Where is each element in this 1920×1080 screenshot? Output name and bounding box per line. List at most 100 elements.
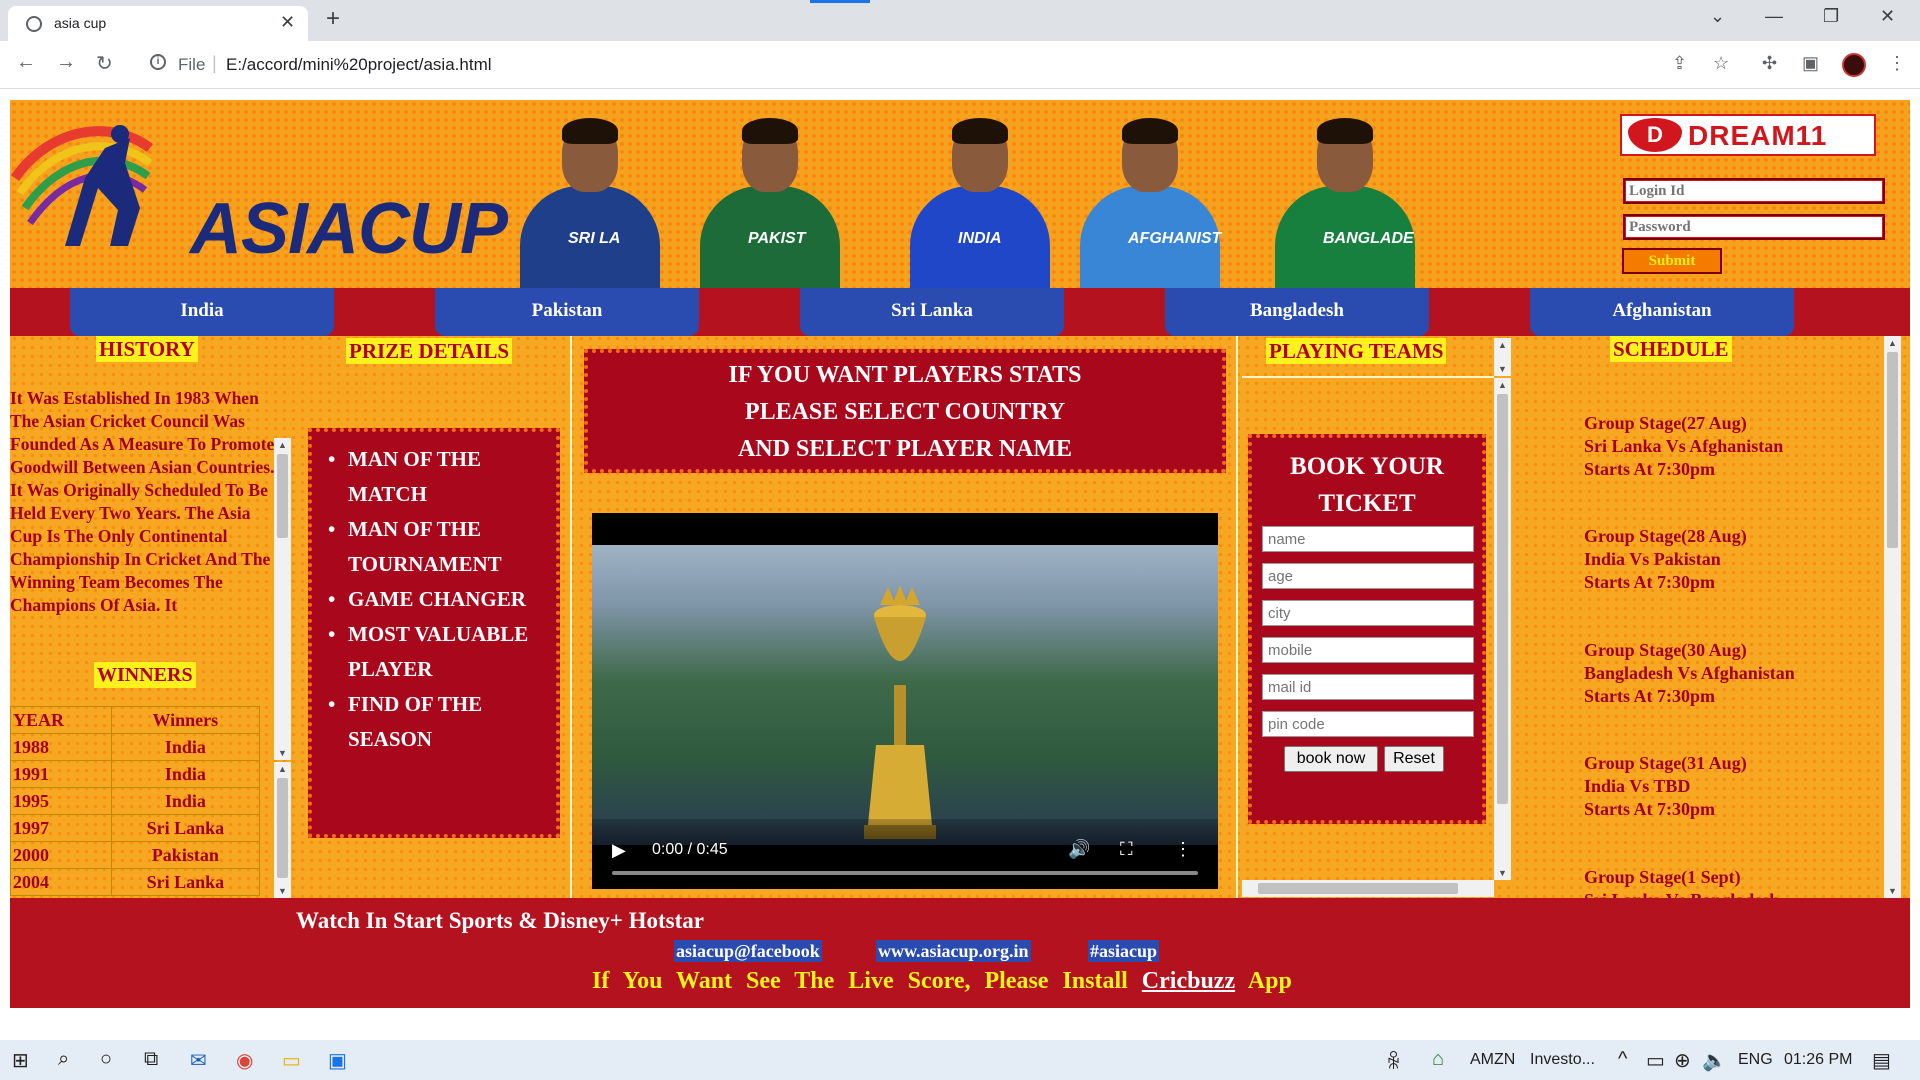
facebook-link[interactable]: asiacup@facebook [674,940,822,962]
age-input[interactable] [1262,563,1474,589]
network-globe-icon[interactable]: ⊕ [1674,1048,1691,1073]
extensions-puzzle-icon[interactable]: ✣ [1762,53,1777,74]
website-link[interactable]: www.asiacup.org.in [876,940,1031,962]
maximize-icon[interactable]: ❐ [1823,6,1839,27]
windows-start-icon[interactable]: ⊞ [12,1048,29,1073]
book-now-button[interactable]: book now [1284,746,1378,772]
scroll-up-arrow-icon[interactable]: ▲ [1494,338,1511,352]
header-banner: ASIACUP SRI LA PAKIST INDIA AFGHANIST BA… [10,100,1910,288]
back-arrow-icon[interactable]: ← [16,51,36,74]
nav-sri-lanka[interactable]: Sri Lanka [800,288,1064,336]
password-input[interactable] [1623,214,1885,240]
scroll-down-arrow-icon[interactable]: ▼ [1494,866,1511,880]
globe-icon [26,16,42,32]
task-view-icon[interactable]: ⧉ [144,1048,158,1071]
mobile-input[interactable] [1262,637,1474,663]
scroll-down-arrow-icon[interactable]: ▼ [274,884,291,898]
scroll-down-arrow-icon[interactable]: ▼ [274,746,291,760]
asia-cup-page: ASIACUP SRI LA PAKIST INDIA AFGHANIST BA… [10,100,1910,1008]
site-info-icon[interactable]: i [150,54,166,70]
broadcast-info: Watch In Start Sports & Disney+ Hotstar [296,908,704,933]
notifications-icon[interactable]: ▤ [1872,1048,1891,1073]
close-icon[interactable]: ✕ [280,12,295,33]
scroll-up-arrow-icon[interactable]: ▲ [274,762,291,776]
side-panel-icon[interactable]: ▣ [1802,53,1819,74]
scroll-thumb[interactable] [1497,394,1508,804]
nav-afghanistan[interactable]: Afghanistan [1530,288,1794,336]
language-indicator[interactable]: ENG [1738,1051,1773,1069]
profile-avatar[interactable] [1842,53,1866,77]
minimize-icon[interactable]: — [1765,6,1783,27]
scroll-up-arrow-icon[interactable]: ▲ [274,438,291,452]
teams-scrollbar[interactable]: ▲ ▼ [1494,378,1511,880]
nav-pakistan[interactable]: Pakistan [435,288,699,336]
hashtag-link[interactable]: #asiacup [1088,940,1160,962]
chevron-up-icon[interactable]: ^ [1618,1048,1627,1071]
stock-label[interactable]: Investo... [1530,1051,1595,1069]
winner-cell: Sri Lanka [110,814,261,842]
scroll-thumb[interactable] [277,778,288,878]
schedule-scrollbar[interactable]: ▲ ▼ [1884,336,1901,898]
volume-icon[interactable]: 🔊 [1068,839,1090,860]
login-submit-button[interactable]: Submit [1622,248,1722,274]
reload-icon[interactable]: ↻ [96,51,113,76]
address-bar[interactable]: E:/accord/mini%20project/asia.html [226,55,492,75]
tab-search-chevron-icon[interactable]: ⌄ [1710,6,1725,27]
scroll-up-arrow-icon[interactable]: ▲ [1494,378,1511,392]
winners-scrollbar[interactable]: ▲ ▼ [274,762,291,898]
jersey-label: BANGLADE [1323,230,1414,247]
new-tab-plus-icon[interactable]: + [326,5,340,33]
list-item: FIND OF THE SEASON [318,687,558,757]
browser-tab[interactable]: asia cup ✕ [8,6,308,41]
nav-bangladesh[interactable]: Bangladesh [1165,288,1429,336]
bookmark-star-icon[interactable]: ☆ [1713,53,1729,74]
battery-icon[interactable]: ▭ [1646,1048,1665,1073]
volume-icon[interactable]: 🔈 [1702,1048,1727,1073]
schedule-match: Sri Lanka Vs Bangladesh [1584,889,1864,898]
dream11-mark-icon: D [1628,118,1682,152]
schedule-stage: Group Stage(28 Aug) [1584,526,1747,546]
people-icon[interactable]: ꆜ [1386,1048,1402,1075]
share-icon[interactable]: ⇪ [1672,53,1687,74]
stock-ticker[interactable]: AMZN [1470,1051,1515,1069]
window-close-icon[interactable]: ✕ [1880,6,1895,27]
cricbuzz-link[interactable]: Cricbuzz [1142,968,1235,994]
mail-id-input[interactable] [1262,674,1474,700]
teams-title-scrollbar[interactable]: ▲ ▼ [1494,338,1511,376]
menu-kebab-icon[interactable]: ⋮ [1888,53,1906,74]
scroll-up-arrow-icon[interactable]: ▲ [1884,336,1901,350]
teams-divider [1242,376,1494,378]
app-icon[interactable]: ▣ [328,1048,347,1073]
fullscreen-icon[interactable]: ⛶ [1120,839,1133,860]
book-title-line-2: TICKET [1318,490,1416,517]
video-progress-bar[interactable] [612,871,1198,875]
pin-code-input[interactable] [1262,711,1474,737]
play-icon[interactable]: ▶ [612,840,626,861]
login-id-input[interactable] [1623,178,1885,204]
search-icon[interactable]: ⌕ [58,1048,69,1071]
scroll-thumb[interactable] [1258,883,1458,894]
video-player[interactable]: ▶ 0:00 / 0:45 🔊 ⛶ ⋮ [592,513,1218,889]
name-input[interactable] [1262,526,1474,552]
cortana-icon[interactable]: ○ [100,1048,112,1071]
scroll-thumb[interactable] [277,454,288,538]
reset-button[interactable]: Reset [1384,746,1444,772]
scroll-down-arrow-icon[interactable]: ▼ [1494,362,1511,376]
nav-india[interactable]: India [70,288,334,336]
clock[interactable]: 01:26 PM [1784,1051,1852,1069]
video-menu-kebab-icon[interactable]: ⋮ [1174,839,1192,860]
scroll-thumb[interactable] [1887,352,1898,548]
file-explorer-icon[interactable]: ▭ [282,1048,301,1073]
address-scheme: File [178,55,206,74]
year-cell: 1995 [10,787,112,815]
mail-icon[interactable]: ✉ [190,1048,207,1073]
chrome-icon[interactable]: ◉ [236,1048,253,1073]
scroll-down-arrow-icon[interactable]: ▼ [1884,884,1901,898]
browser-toolbar: ← → ↻ i File | E:/accord/mini%20project/… [0,41,1920,89]
forward-arrow-icon[interactable]: → [56,51,76,74]
city-input[interactable] [1262,600,1474,626]
teams-horizontal-scrollbar[interactable] [1242,880,1494,897]
schedule-time: Starts At 7:30pm [1584,686,1715,706]
prize-details-box: MAN OF THE MATCH MAN OF THE TOURNAMENT G… [308,428,560,838]
history-scrollbar[interactable]: ▲ ▼ [274,438,291,760]
